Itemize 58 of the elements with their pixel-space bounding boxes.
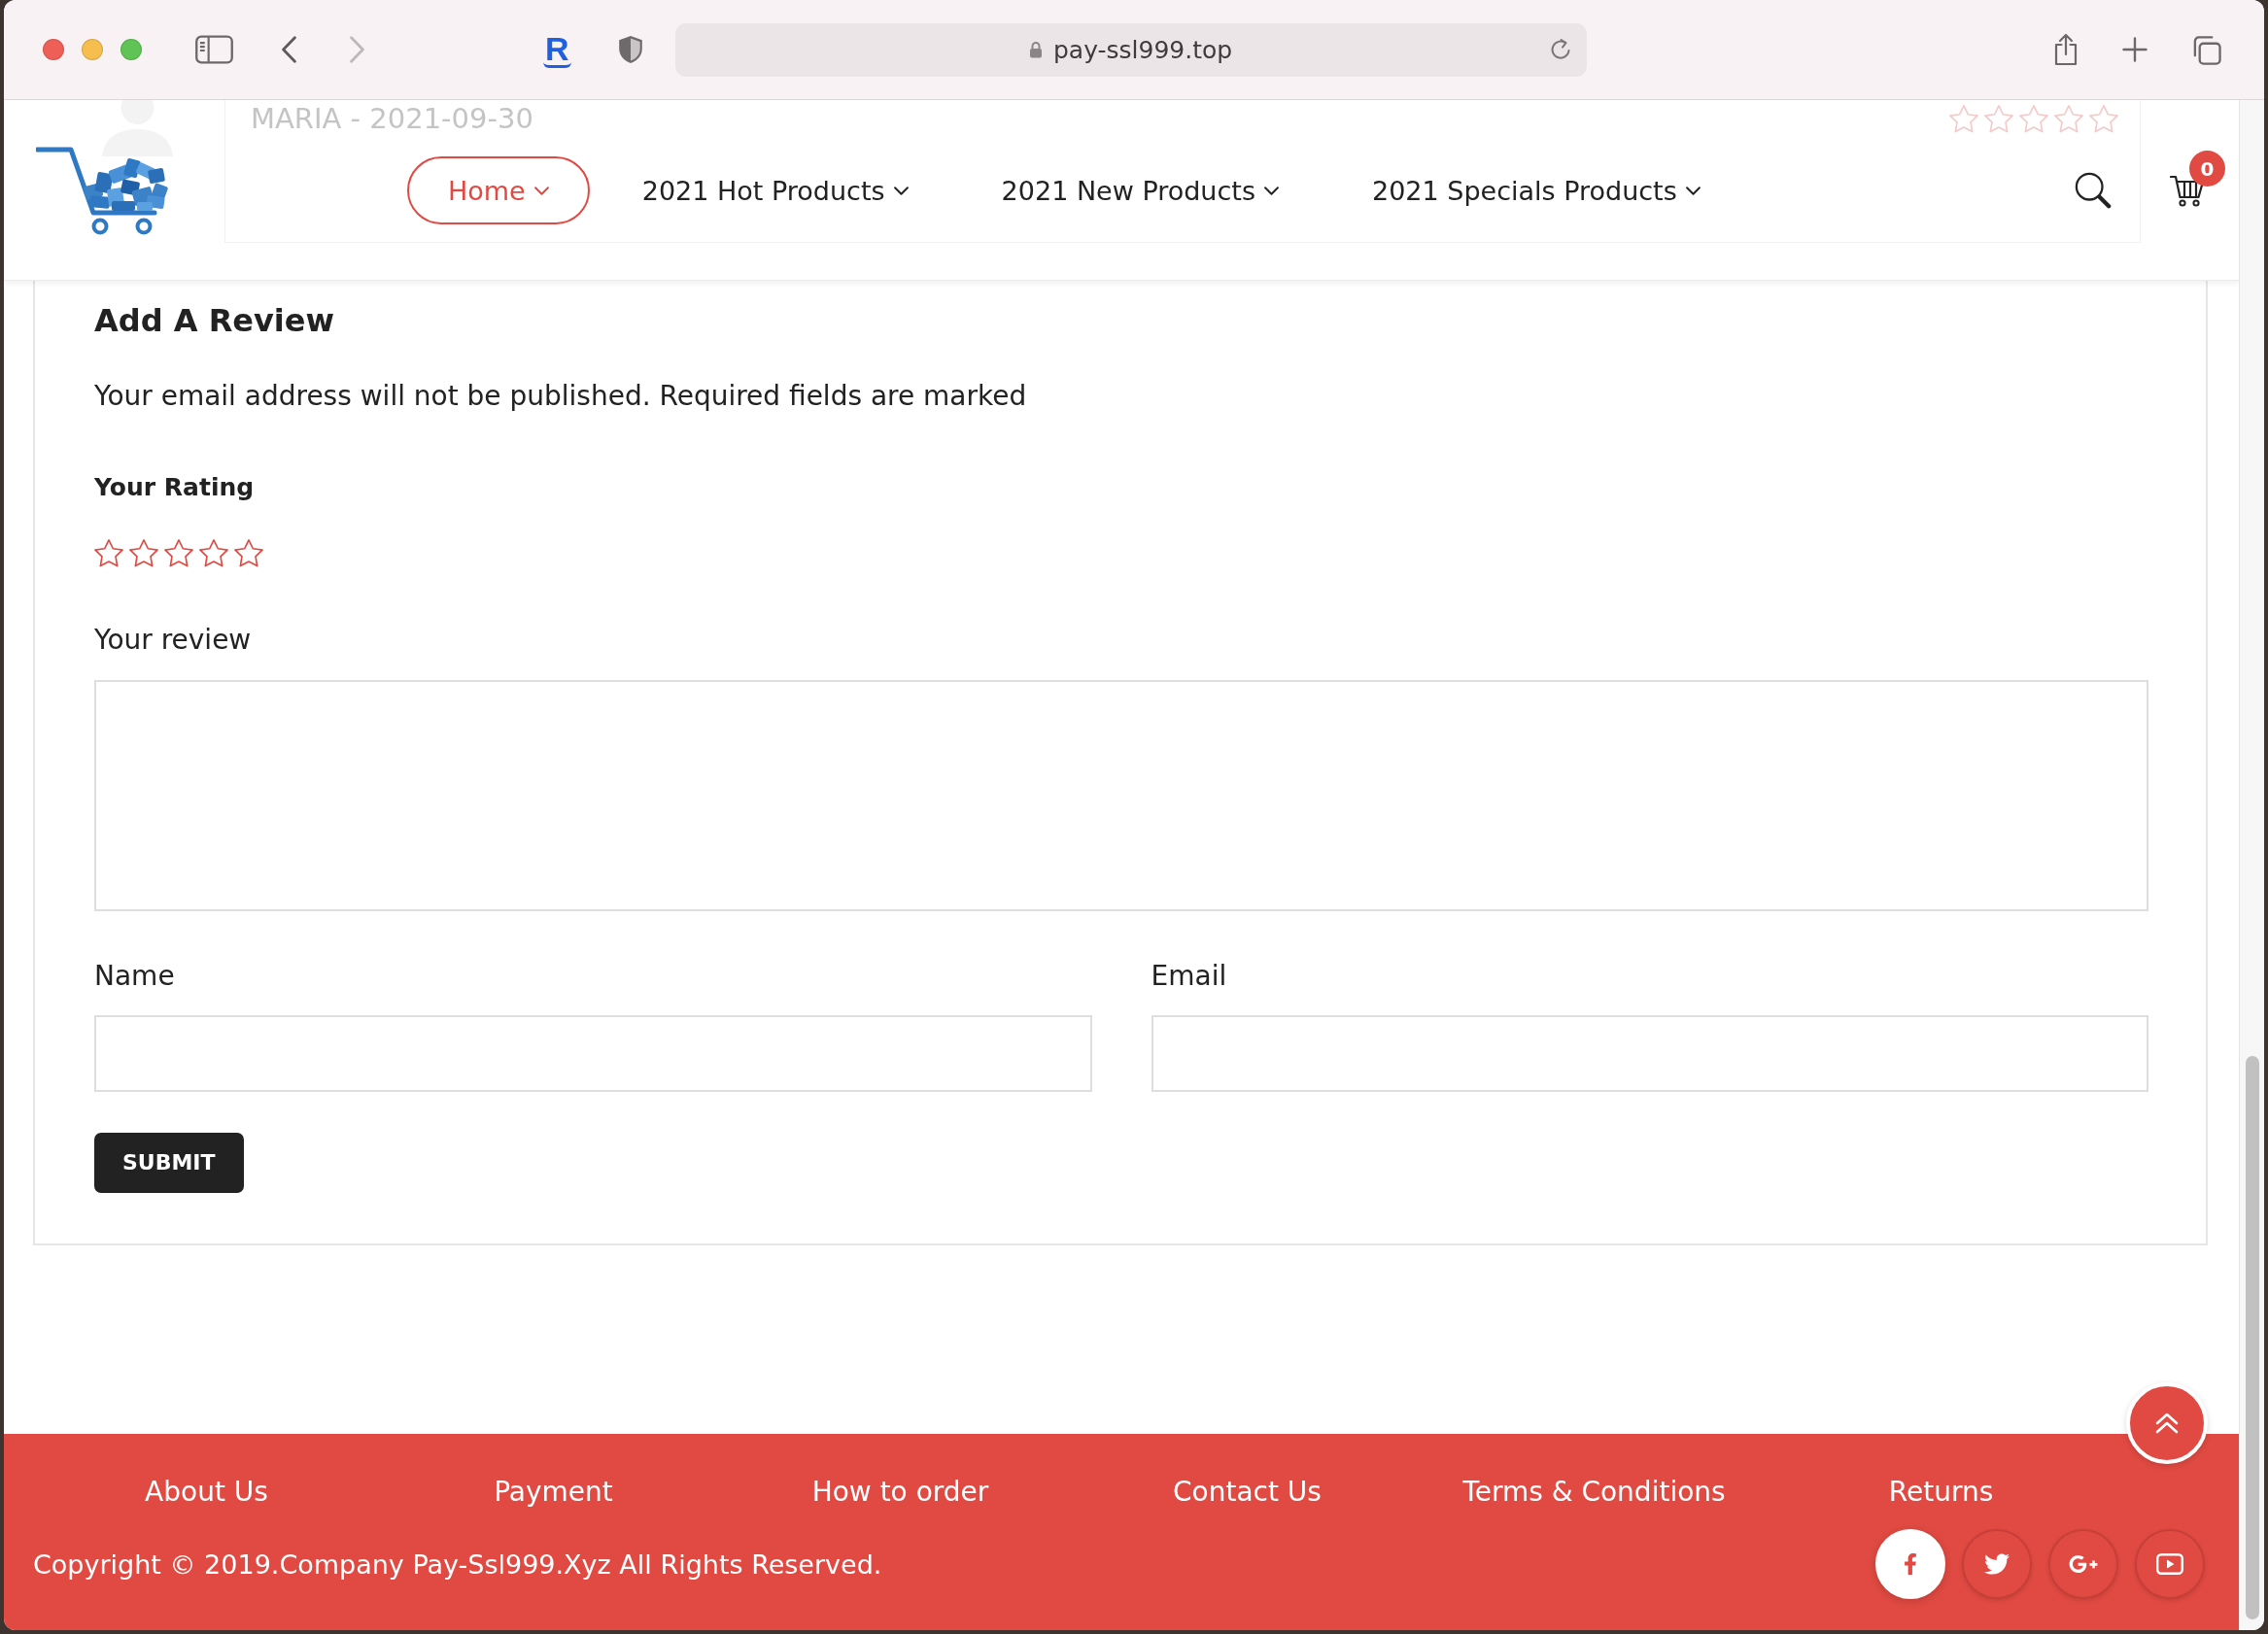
field-label: Email [1151, 959, 1228, 993]
social-button[interactable] [2135, 1529, 2205, 1599]
play-button-icon [2156, 1553, 2183, 1575]
input-field[interactable] [1151, 1014, 2148, 1092]
scrollbar-track[interactable] [2239, 100, 2264, 1630]
zoom-window-button[interactable] [120, 39, 142, 60]
close-window-button[interactable] [43, 39, 64, 60]
chevron-down-icon [1685, 186, 1701, 195]
cart-icon[interactable] [2170, 174, 2205, 207]
star-icon [1949, 105, 1978, 133]
double-chevron-up-icon [2155, 1413, 2179, 1434]
chevron-down-icon [1263, 186, 1279, 195]
nav-menu-item[interactable]: 2021 Hot Products [601, 156, 949, 224]
star-icon [129, 539, 158, 567]
search-icon[interactable] [2075, 172, 2112, 209]
input-field[interactable] [94, 1014, 1092, 1092]
extension-logo[interactable]: R [543, 31, 571, 68]
footer-link[interactable]: Payment [494, 1476, 613, 1509]
star-icon [94, 539, 123, 567]
social-button[interactable] [2048, 1529, 2118, 1599]
chevron-down-icon [893, 186, 909, 195]
url-text: pay-ssl999.top [1052, 35, 1233, 64]
shield-icon[interactable] [617, 35, 643, 64]
copyright-text: Copyright © 2019.Company Pay-Ssl999.Xyz All Rights Reserved. [33, 1549, 882, 1580]
star-rating[interactable] [94, 539, 263, 567]
star-icon [164, 539, 193, 567]
scrollbar-thumb[interactable] [2245, 1056, 2259, 1619]
address-bar[interactable]: pay-ssl999.top [674, 22, 1587, 77]
lock-icon [1028, 41, 1043, 58]
review-author-date: MARIA - 2021-09-30 [251, 102, 533, 136]
star-icon [2089, 105, 2118, 133]
privacy-note: Your email address will not be published. Required fields are marked [94, 380, 1028, 413]
social-button[interactable] [1962, 1529, 2032, 1599]
nav-menu-item[interactable]: Home [407, 156, 590, 224]
star-icon [2054, 105, 2083, 133]
plus-icon[interactable] [2121, 37, 2148, 62]
star-icon [1984, 105, 2013, 133]
cart-count-badge: 0 [2189, 151, 2225, 187]
section-title: Add A Review [94, 301, 336, 340]
back-button-icon[interactable] [282, 36, 296, 63]
twitter-bird-icon [1984, 1551, 2010, 1577]
chevron-down-icon [533, 186, 549, 195]
footer-link[interactable]: Contact Us [1173, 1476, 1322, 1509]
footer-link[interactable]: About Us [145, 1476, 268, 1509]
star-icon [2019, 105, 2048, 133]
rating-label: Your Rating [94, 473, 256, 502]
footer-link[interactable]: Returns [1888, 1476, 1994, 1509]
sidebar-icon[interactable] [195, 35, 233, 64]
star-icon [199, 539, 228, 567]
share-icon[interactable] [2052, 33, 2079, 66]
footer-link[interactable]: Terms & Conditions [1462, 1476, 1726, 1509]
submit-button[interactable]: SUBMIT [94, 1132, 244, 1193]
nav-menu-item[interactable]: 2021 Specials Products [1330, 156, 1741, 224]
nav-menu-item[interactable]: 2021 New Products [960, 156, 1320, 224]
star-icon [234, 539, 263, 567]
footer-link[interactable]: How to order [811, 1476, 989, 1509]
review-label: Your review [94, 623, 253, 657]
field-label: Name [94, 959, 176, 993]
